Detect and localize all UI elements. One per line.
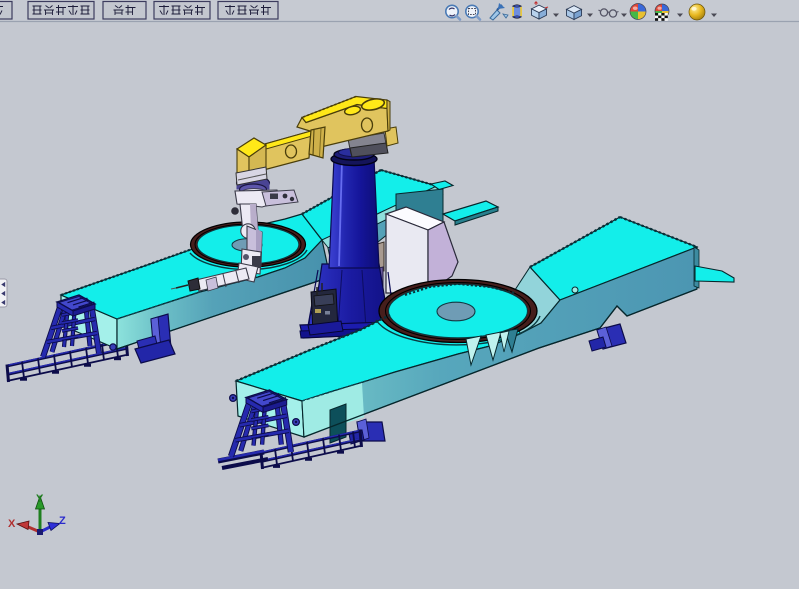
svg-text:X: X (8, 518, 16, 530)
svg-text:Y: Y (36, 493, 44, 505)
svg-text:Z: Z (59, 515, 66, 527)
